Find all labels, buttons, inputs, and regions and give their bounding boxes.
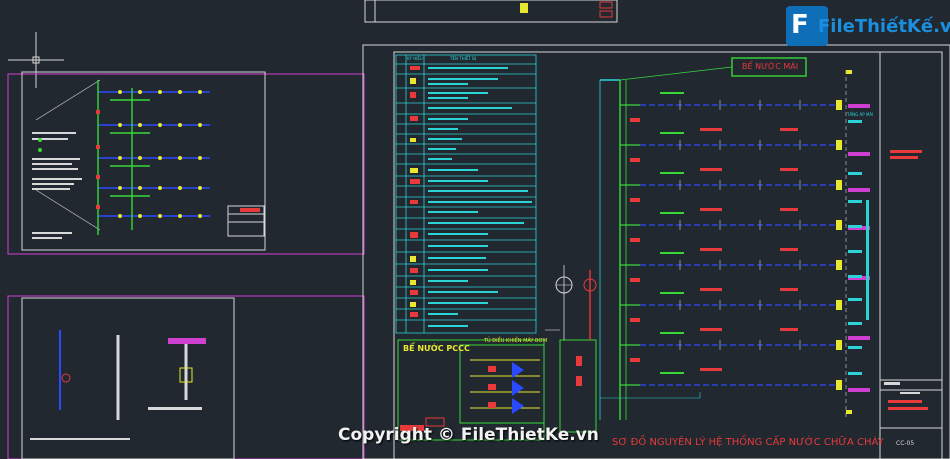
floor-branches bbox=[600, 92, 842, 399]
floor-tag-roof: TẦNG ÁP MÁI bbox=[847, 112, 874, 117]
legend-rows bbox=[410, 66, 532, 327]
crosshair-cursor-icon bbox=[8, 32, 64, 88]
sheet-code: CC-05 bbox=[896, 440, 915, 447]
logo-text: FileThiếtKế.vn bbox=[818, 16, 950, 37]
legend-header-name: TÊN THIẾT BỊ bbox=[450, 56, 477, 61]
drawing-title: SƠ ĐỒ NGUYÊN LÝ HỆ THỐNG CẤP NƯỚC CHỮA C… bbox=[612, 437, 884, 448]
roof-tank-label: BỂ NƯỚC MÁI bbox=[742, 62, 799, 71]
cad-drawing-canvas[interactable] bbox=[0, 0, 950, 459]
floor-tags bbox=[846, 70, 928, 414]
left-bottom-sheet bbox=[7, 295, 365, 459]
filethietke-logo: F FileThiếtKế.vn bbox=[786, 6, 950, 52]
pump-control-note: TỦ ĐIỀU KHIỂN MÁY BƠM bbox=[484, 338, 548, 344]
pccc-tank-label: BỂ NƯỚC PCCC bbox=[403, 344, 470, 353]
left-sprinkler-layout bbox=[32, 80, 210, 239]
legend-header-symbol: KÝ HIỆU bbox=[407, 56, 423, 61]
copyright-watermark: Copyright © FileThietKe.vn bbox=[338, 425, 599, 445]
logo-mark-letter: F bbox=[791, 10, 809, 40]
top-sheet-frame bbox=[364, 0, 618, 23]
